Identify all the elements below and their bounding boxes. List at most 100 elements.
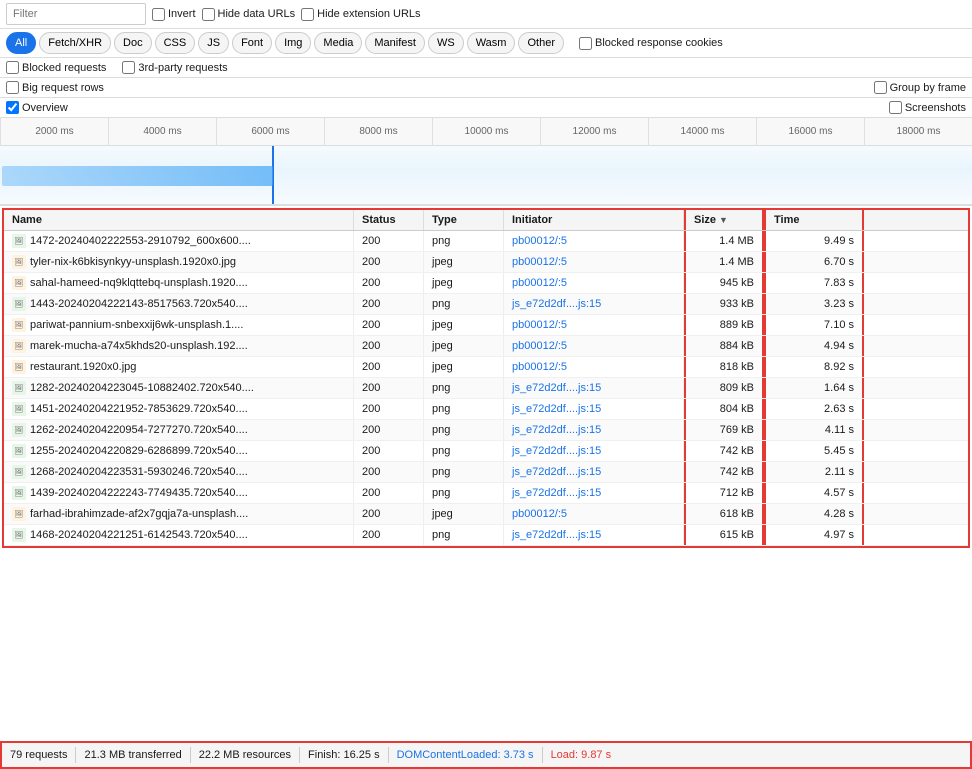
initiator-cell: pb00012/:5 <box>504 273 684 293</box>
big-request-rows-checkbox[interactable] <box>6 81 19 94</box>
file-name: 1282-20240204223045-10882402.720x540.... <box>30 382 254 394</box>
table-row[interactable]: 🖼 pariwat-pannium-snbexxij6wk-unsplash.1… <box>4 315 968 336</box>
table-row[interactable]: 🖼 sahal-hameed-nq9klqttebq-unsplash.1920… <box>4 273 968 294</box>
blocked-requests-checkbox[interactable] <box>6 61 19 74</box>
size-cell: 933 kB <box>684 294 764 314</box>
table-row[interactable]: 🖼 1472-20240402222553-2910792_600x600...… <box>4 231 968 252</box>
time-cell: 5.45 s <box>764 441 864 461</box>
table-row[interactable]: 🖼 tyler-nix-k6bkisynkyy-unsplash.1920x0.… <box>4 252 968 273</box>
third-party-label[interactable]: 3rd-party requests <box>122 61 227 74</box>
type-btn-ws[interactable]: WS <box>428 32 464 54</box>
file-name: restaurant.1920x0.jpg <box>30 361 136 373</box>
hide-data-urls-checkbox[interactable] <box>202 8 215 21</box>
hide-data-urls-label[interactable]: Hide data URLs <box>202 8 296 21</box>
type-btn-all[interactable]: All <box>6 32 36 54</box>
time-cell: 1.64 s <box>764 378 864 398</box>
table-row[interactable]: 🖼 1262-20240204220954-7277270.720x540...… <box>4 420 968 441</box>
network-table-section: Name Status Type Initiator Size ▼ Time 🖼 <box>2 208 970 548</box>
initiator-link[interactable]: js_e72d2df....js:15 <box>512 445 601 457</box>
table-row[interactable]: 🖼 farhad-ibrahimzade-af2x7gqja7a-unsplas… <box>4 504 968 525</box>
table-row[interactable]: 🖼 restaurant.1920x0.jpg 200 jpeg pb00012… <box>4 357 968 378</box>
type-btn-js[interactable]: JS <box>198 32 229 54</box>
initiator-link[interactable]: js_e72d2df....js:15 <box>512 424 601 436</box>
initiator-link[interactable]: js_e72d2df....js:15 <box>512 382 601 394</box>
overview-checkbox[interactable] <box>6 101 19 114</box>
type-btn-css[interactable]: CSS <box>155 32 196 54</box>
initiator-link[interactable]: js_e72d2df....js:15 <box>512 466 601 478</box>
status-cell: 200 <box>354 504 424 524</box>
initiator-link[interactable]: js_e72d2df....js:15 <box>512 403 601 415</box>
initiator-link[interactable]: pb00012/:5 <box>512 256 567 268</box>
initiator-link[interactable]: pb00012/:5 <box>512 361 567 373</box>
timeline-tick: 8000 ms <box>324 118 432 145</box>
type-btn-media[interactable]: Media <box>314 32 362 54</box>
table-row[interactable]: 🖼 1451-20240204221952-7853629.720x540...… <box>4 399 968 420</box>
table-row[interactable]: 🖼 1443-20240204222143-8517563.720x540...… <box>4 294 968 315</box>
hide-extension-urls-checkbox[interactable] <box>301 8 314 21</box>
file-icon: 🖼 <box>12 318 26 332</box>
type-cell: png <box>424 399 504 419</box>
timeline-bar-area[interactable] <box>0 146 972 206</box>
initiator-link[interactable]: pb00012/:5 <box>512 277 567 289</box>
table-row[interactable]: 🖼 1282-20240204223045-10882402.720x540..… <box>4 378 968 399</box>
type-btn-manifest[interactable]: Manifest <box>365 32 425 54</box>
name-cell: 🖼 tyler-nix-k6bkisynkyy-unsplash.1920x0.… <box>4 252 354 272</box>
table-row[interactable]: 🖼 marek-mucha-a74x5khds20-unsplash.192..… <box>4 336 968 357</box>
blocked-requests-text: Blocked requests <box>22 62 106 74</box>
initiator-link[interactable]: js_e72d2df....js:15 <box>512 487 601 499</box>
type-cell: png <box>424 483 504 503</box>
initiator-link[interactable]: js_e72d2df....js:15 <box>512 298 601 310</box>
initiator-link[interactable]: pb00012/:5 <box>512 340 567 352</box>
status-bar: 79 requests 21.3 MB transferred 22.2 MB … <box>0 741 972 769</box>
big-request-rows-label[interactable]: Big request rows <box>6 81 104 94</box>
status-cell: 200 <box>354 336 424 356</box>
initiator-cell: pb00012/:5 <box>504 336 684 356</box>
file-name: pariwat-pannium-snbexxij6wk-unsplash.1..… <box>30 319 243 331</box>
timeline-tick: 12000 ms <box>540 118 648 145</box>
group-by-frame-label[interactable]: Group by frame <box>874 81 966 94</box>
file-icon: 🖼 <box>12 528 26 542</box>
type-btn-font[interactable]: Font <box>232 32 272 54</box>
overview-label[interactable]: Overview <box>6 101 68 114</box>
blocked-requests-label[interactable]: Blocked requests <box>6 61 106 74</box>
table-row[interactable]: 🖼 1268-20240204223531-5930246.720x540...… <box>4 462 968 483</box>
dom-loaded-time: DOMContentLoaded: 3.73 s <box>397 749 534 761</box>
third-party-checkbox[interactable] <box>122 61 135 74</box>
initiator-link[interactable]: pb00012/:5 <box>512 319 567 331</box>
type-btn-wasm[interactable]: Wasm <box>467 32 516 54</box>
initiator-cell: js_e72d2df....js:15 <box>504 441 684 461</box>
initiator-link[interactable]: pb00012/:5 <box>512 235 567 247</box>
initiator-link[interactable]: pb00012/:5 <box>512 508 567 520</box>
screenshots-label[interactable]: Screenshots <box>889 101 966 114</box>
timeline-tick: 14000 ms <box>648 118 756 145</box>
hide-extension-urls-label[interactable]: Hide extension URLs <box>301 8 420 21</box>
type-btn-img[interactable]: Img <box>275 32 311 54</box>
type-cell: png <box>424 441 504 461</box>
invert-checkbox[interactable] <box>152 8 165 21</box>
size-cell: 889 kB <box>684 315 764 335</box>
group-by-frame-checkbox[interactable] <box>874 81 887 94</box>
initiator-cell: pb00012/:5 <box>504 357 684 377</box>
initiator-link[interactable]: js_e72d2df....js:15 <box>512 529 601 541</box>
filter-input[interactable] <box>6 3 146 25</box>
table-row[interactable]: 🖼 1439-20240204222243-7749435.720x540...… <box>4 483 968 504</box>
time-header: Time <box>764 210 864 230</box>
status-cell: 200 <box>354 483 424 503</box>
blocked-cookies-checkbox[interactable] <box>579 37 592 50</box>
name-cell: 🖼 1282-20240204223045-10882402.720x540..… <box>4 378 354 398</box>
table-body[interactable]: 🖼 1472-20240402222553-2910792_600x600...… <box>4 231 968 546</box>
type-btn-fetch_xhr[interactable]: Fetch/XHR <box>39 32 111 54</box>
type-cell: jpeg <box>424 252 504 272</box>
table-row[interactable]: 🖼 1255-20240204220829-6286899.720x540...… <box>4 441 968 462</box>
initiator-cell: js_e72d2df....js:15 <box>504 525 684 545</box>
type-cell: png <box>424 420 504 440</box>
blocked-cookies-label[interactable]: Blocked response cookies <box>579 37 723 50</box>
invert-checkbox-label[interactable]: Invert <box>152 8 196 21</box>
type-btn-other[interactable]: Other <box>518 32 564 54</box>
timeline-tick: 4000 ms <box>108 118 216 145</box>
file-name: 1268-20240204223531-5930246.720x540.... <box>30 466 248 478</box>
name-cell: 🖼 restaurant.1920x0.jpg <box>4 357 354 377</box>
table-row[interactable]: 🖼 1468-20240204221251-6142543.720x540...… <box>4 525 968 546</box>
type-btn-doc[interactable]: Doc <box>114 32 152 54</box>
screenshots-checkbox[interactable] <box>889 101 902 114</box>
